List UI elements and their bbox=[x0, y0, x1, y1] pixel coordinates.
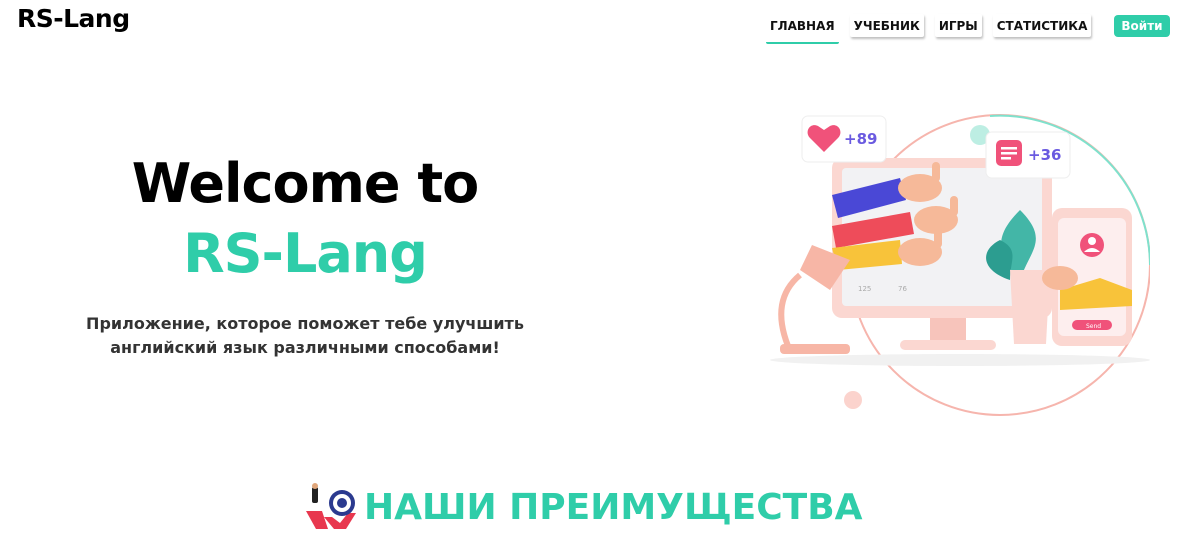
hero-title-line1: Welcome to bbox=[131, 152, 479, 215]
hero-title-line2: RS-Lang bbox=[183, 222, 428, 285]
hero-illustration: 125 76 Send +89 +36 bbox=[770, 114, 1150, 416]
login-button[interactable]: Войти bbox=[1114, 15, 1170, 37]
advantages-section-title: НАШИ ПРЕИМУЩЕСТВА bbox=[302, 483, 863, 530]
nav-item-statistics[interactable]: СТАТИСТИКА bbox=[992, 14, 1092, 37]
decor-dot bbox=[844, 391, 862, 409]
phone: Send bbox=[1042, 208, 1132, 346]
nav-item-textbook[interactable]: УЧЕБНИК bbox=[849, 14, 924, 37]
hero-subtitle-line2: английский язык различными способами! bbox=[110, 338, 500, 357]
hero-subtitle: Приложение, которое поможет тебе улучшит… bbox=[60, 312, 550, 360]
nav-item-home[interactable]: ГЛАВНАЯ bbox=[766, 14, 839, 44]
hero-subtitle-line1: Приложение, которое поможет тебе улучшит… bbox=[86, 314, 524, 333]
target-icon bbox=[306, 483, 356, 529]
post-comments-count: 76 bbox=[898, 285, 907, 293]
app-logo[interactable]: RS-Lang bbox=[17, 4, 130, 33]
advantages-title: НАШИ ПРЕИМУЩЕСТВА bbox=[364, 486, 863, 528]
comments-badge: +36 bbox=[985, 131, 1071, 179]
comments-count: +36 bbox=[1028, 146, 1061, 164]
likes-badge: +89 bbox=[801, 115, 887, 163]
phone-send-button: Send bbox=[1086, 323, 1101, 330]
nav-item-games[interactable]: ИГРЫ bbox=[934, 14, 982, 37]
post-likes-count: 125 bbox=[858, 285, 871, 293]
main-nav: ГЛАВНАЯ УЧЕБНИК ИГРЫ СТАТИСТИКА bbox=[766, 14, 1102, 44]
likes-count: +89 bbox=[844, 130, 877, 148]
